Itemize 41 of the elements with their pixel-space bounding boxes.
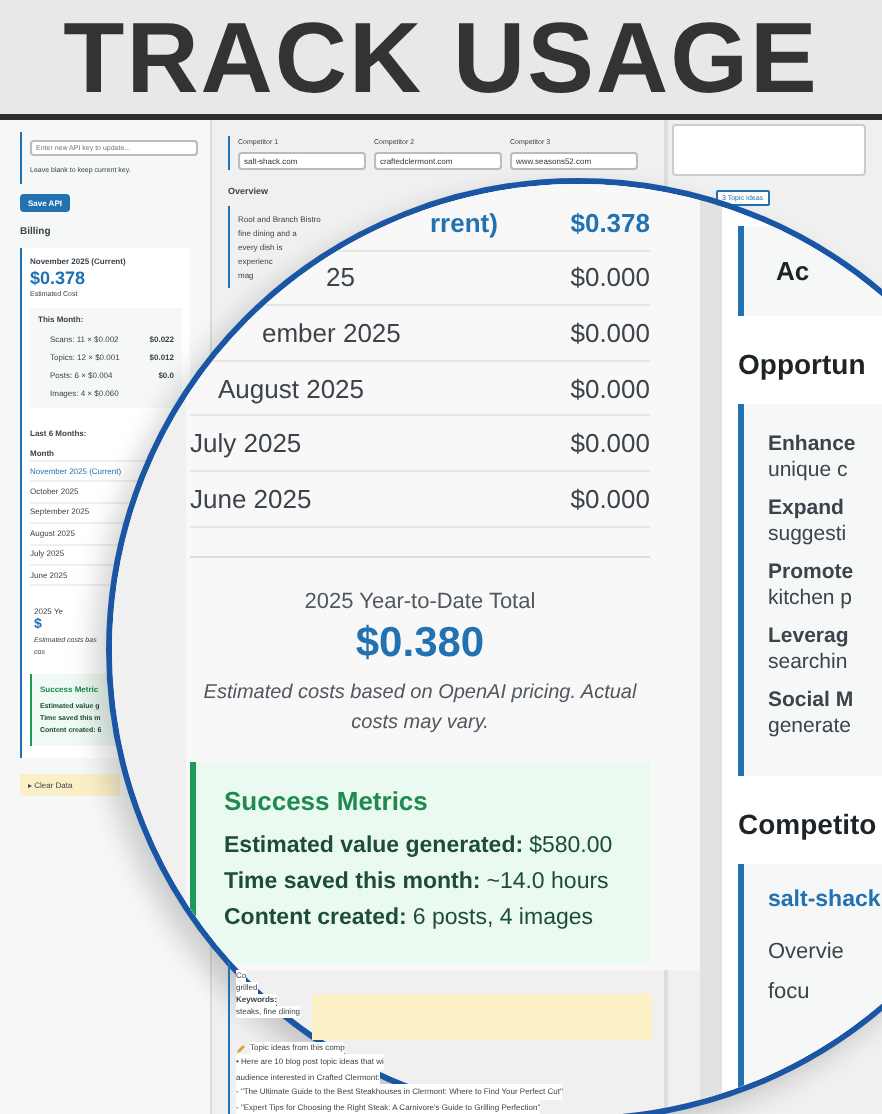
competitor-text: Overvie	[768, 938, 846, 968]
month-label: August 2025	[218, 373, 365, 404]
month-cost: $0.000	[570, 373, 650, 404]
month-label: June 2025	[190, 483, 312, 514]
summary-heading: Ac	[776, 256, 810, 286]
month-cost: $0.000	[570, 317, 650, 348]
opportunity-title: Expand	[768, 496, 846, 522]
competitor-name[interactable]: salt-shack	[768, 888, 882, 912]
opportunity-title: Leverag	[768, 624, 851, 650]
month-label: 25	[326, 262, 355, 293]
month-cost: $0.000	[570, 428, 650, 459]
competitors-heading: Competito	[738, 808, 879, 840]
competitor-text: focu	[768, 978, 812, 1008]
text-area[interactable]	[672, 124, 866, 176]
month-cost: $0.378	[570, 207, 650, 238]
metric-label: Estimated value generated:	[224, 833, 524, 858]
month-cost: $0.000	[570, 483, 650, 514]
opportunity-text: suggesti	[768, 522, 849, 548]
metric-value: ~14.0 hours	[486, 869, 609, 894]
metric-label: Time saved this month:	[224, 869, 481, 894]
opportunity-text: searchin	[768, 650, 850, 676]
opportunity-text: kitchen p	[768, 586, 855, 612]
opportunities-heading: Opportun	[738, 348, 868, 380]
opportunity-title: Promote	[768, 560, 856, 586]
opportunity-title: Social M	[768, 688, 856, 714]
ytd-label: 2025 Year-to-Date Total	[302, 589, 538, 614]
month-cost: $0.000	[570, 262, 650, 293]
cost-note: Estimated costs based on OpenAI pricing. Actual costs may vary.	[202, 679, 638, 738]
month-label: rrent)	[430, 207, 498, 238]
opportunity-title: Enhance	[768, 432, 858, 458]
opportunity-text: unique c	[768, 458, 850, 484]
month-label: ember 2025	[262, 317, 401, 348]
ytd-total: $0.380	[353, 619, 487, 668]
metric-label: Content created:	[224, 905, 407, 930]
headline: TRACK USAGE	[63, 7, 819, 107]
opportunity-text: generate	[768, 714, 853, 740]
metric-value: $580.00	[529, 833, 613, 858]
current-cost: $0.378	[30, 268, 88, 288]
metrics-title: Success Metrics	[224, 785, 430, 816]
month-label: July 2025	[190, 428, 302, 459]
metric-value: 6 posts, 4 images	[412, 905, 594, 930]
